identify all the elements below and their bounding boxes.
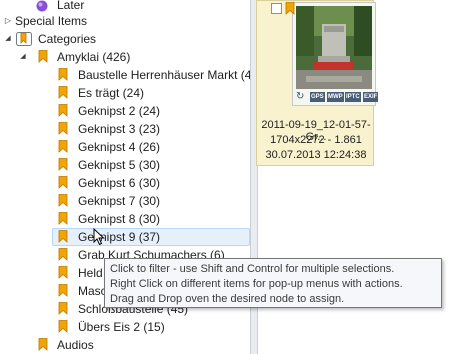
tree-item-label: Geknipst 4 (26) bbox=[78, 140, 161, 154]
tree-item-label: Es trägt (24) bbox=[78, 86, 145, 100]
bookmark-icon bbox=[58, 212, 68, 225]
bookmark-icon bbox=[58, 302, 68, 315]
collapse-arrow-icon[interactable]: ◢ bbox=[3, 30, 13, 48]
thumbnail-image[interactable]: ↻ GPS MWP IPTC EXIF bbox=[292, 2, 379, 106]
tree-item-label: Übers Eis 2 (15) bbox=[78, 320, 165, 334]
tree-item-label: Masc bbox=[78, 284, 107, 298]
thumbnail-date: 30.07.2013 12:24:38 bbox=[265, 149, 367, 161]
tree-item-label: Geknipst 6 (30) bbox=[78, 176, 161, 190]
tree-item-label: Geknipst 2 (24) bbox=[78, 104, 161, 118]
tree-item-category[interactable]: Es trägt (24) bbox=[0, 84, 250, 102]
bookmark-icon bbox=[58, 266, 68, 279]
bookmark-icon bbox=[58, 104, 68, 117]
bookmark-icon bbox=[58, 68, 68, 81]
bookmark-icon bbox=[58, 194, 68, 207]
bookmark-icon bbox=[58, 176, 68, 189]
tooltip-line: Click to filter - use Shift and Control … bbox=[110, 263, 395, 275]
collapse-arrow-icon[interactable]: ◢ bbox=[18, 48, 28, 66]
tree-item-label: Baustelle Herrenhäuser Markt (43 bbox=[78, 68, 250, 82]
bookmark-icon bbox=[38, 50, 48, 63]
bookmark-icon bbox=[58, 86, 68, 99]
tree-item-special-items[interactable]: ▷ Special Items bbox=[0, 12, 200, 30]
mouse-cursor-icon bbox=[93, 227, 105, 249]
tree-item-label: Geknipst 8 (30) bbox=[78, 212, 161, 226]
tree-item-label: Geknipst 3 (23) bbox=[78, 122, 161, 136]
tree-item-category[interactable]: Geknipst 5 (30) bbox=[0, 156, 250, 174]
refresh-icon: ↻ bbox=[296, 91, 305, 102]
tree-item-category[interactable]: Geknipst 7 (30) bbox=[0, 192, 250, 210]
tooltip-line: Right Click on different items for pop-u… bbox=[110, 278, 403, 290]
photo-preview bbox=[296, 6, 372, 89]
bookmark-icon bbox=[58, 122, 68, 135]
gps-badge: GPS bbox=[310, 92, 325, 102]
tree-item-category[interactable]: Geknipst 4 (26) bbox=[0, 138, 250, 156]
thumbnail-dimensions: 1704x2272 - 1.861 bbox=[270, 134, 362, 146]
tree-item-category[interactable]: Geknipst 6 (30) bbox=[0, 174, 250, 192]
tree-item-label: Geknipst 5 (30) bbox=[78, 158, 161, 172]
tree-item-label: Geknipst 7 (30) bbox=[78, 194, 161, 208]
tree-item-category[interactable]: Geknipst 2 (24) bbox=[0, 102, 250, 120]
tooltip-line: Drag and Drop oven the desired node to a… bbox=[110, 293, 345, 305]
tree-item-label: Categories bbox=[38, 32, 97, 46]
bookmark-icon bbox=[58, 320, 68, 333]
bookmark-icon bbox=[285, 2, 295, 18]
tree-item-label: Amyklai (426) bbox=[57, 50, 131, 64]
tree-item-label: Audios bbox=[57, 338, 94, 352]
bookmark-icon bbox=[58, 158, 68, 171]
tree-item-amyklai[interactable]: ◢ Amyklai (426) bbox=[0, 48, 200, 66]
bookmark-icon bbox=[38, 338, 48, 351]
thumbnail-card[interactable]: ↻ GPS MWP IPTC EXIF 2011-09-19_12-01-57-… bbox=[256, 0, 379, 166]
iptc-badge: IPTC bbox=[345, 92, 361, 102]
bookmark-icon bbox=[58, 284, 68, 297]
bookmark-icon bbox=[58, 248, 68, 261]
bookmark-icon bbox=[58, 140, 68, 153]
tree-item-category[interactable]: Geknipst 3 (23) bbox=[0, 120, 250, 138]
expand-arrow-icon[interactable]: ▷ bbox=[3, 12, 13, 30]
select-checkbox[interactable] bbox=[271, 3, 282, 14]
tree-item-label: Geknipst 9 (37) bbox=[78, 230, 161, 244]
tree-item-audios[interactable]: Audios bbox=[0, 336, 200, 354]
bookmark-icon bbox=[58, 230, 68, 243]
tooltip: Click to filter - use Shift and Control … bbox=[104, 258, 442, 308]
metadata-badges: ↻ GPS MWP IPTC EXIF bbox=[296, 91, 379, 104]
tree-item-category[interactable]: Baustelle Herrenhäuser Markt (43 bbox=[0, 66, 250, 84]
tree-item-category[interactable]: Geknipst 8 (30) bbox=[0, 210, 250, 228]
exif-badge: EXIF bbox=[363, 92, 379, 102]
tree-item-label: Held bbox=[78, 266, 103, 280]
tree-item-category[interactable]: Übers Eis 2 (15) bbox=[0, 318, 250, 336]
tree-item-category-hovered[interactable]: Geknipst 9 (37) bbox=[0, 228, 250, 246]
tree-item-categories[interactable]: ◢ Categories bbox=[0, 30, 200, 48]
mwp-badge: MWP bbox=[327, 92, 344, 102]
tree-item-label: Special Items bbox=[15, 14, 88, 28]
